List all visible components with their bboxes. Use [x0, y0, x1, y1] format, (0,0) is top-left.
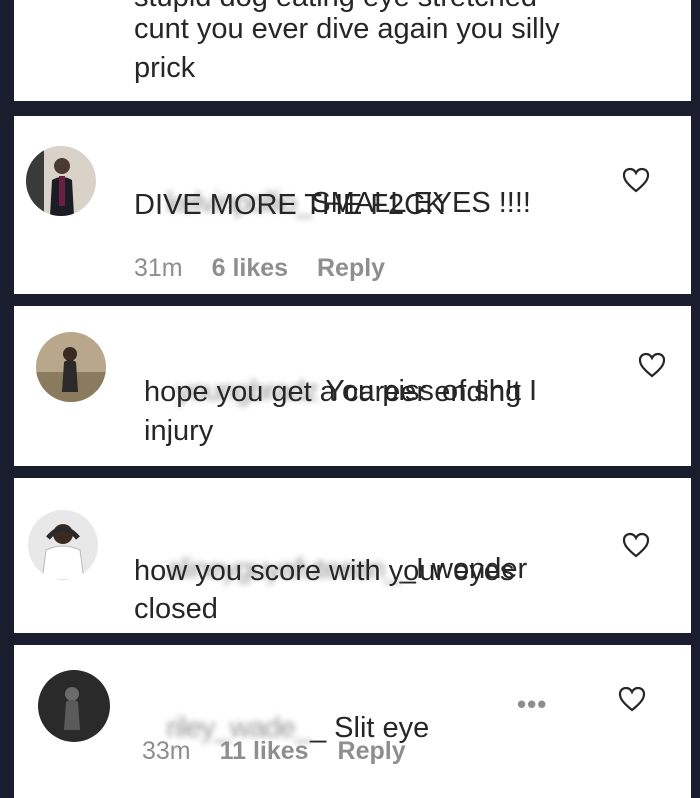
- comment-text-line-3: injury: [144, 415, 214, 447]
- comment-text-line-1: cunt you ever dive again you silly: [134, 13, 560, 45]
- reply-button[interactable]: Reply: [338, 737, 406, 765]
- avatar[interactable]: [38, 670, 110, 742]
- more-options-icon[interactable]: •••: [517, 689, 547, 720]
- avatar[interactable]: [36, 332, 106, 402]
- comment-text-line-2: prick: [134, 52, 196, 84]
- comment-card-1: kelvinpollio_SMALL EYES !!!! DIVE MORE T…: [14, 116, 691, 294]
- reply-button[interactable]: Reply: [317, 254, 385, 282]
- comment-text-line-2: hope you get a career ending: [144, 376, 522, 408]
- comment-meta: 33m 11 likes Reply: [142, 737, 428, 766]
- comment-card-4: riley_wade__ Slit eye 33m 11 likes Reply…: [14, 645, 691, 798]
- comment-likes[interactable]: 6 likes: [212, 254, 288, 282]
- avatar[interactable]: [26, 146, 96, 216]
- comment-card-2: youngbradz You piss of sh!t I hope you g…: [14, 306, 691, 466]
- heart-outline-icon[interactable]: [622, 167, 650, 193]
- comment-time: 31m: [134, 254, 183, 282]
- heart-outline-icon[interactable]: [622, 532, 650, 558]
- comment-card-3: alineyguyafuteean__I wonder how you scor…: [14, 478, 691, 633]
- comment-text-line-3: closed: [134, 593, 218, 625]
- comment-text-line-2: DIVE MORE THE F2CK: [134, 189, 445, 221]
- avatar[interactable]: [28, 510, 98, 580]
- comment-text-line-2: how you score with your eyes: [134, 555, 515, 587]
- heart-outline-icon[interactable]: [638, 352, 666, 378]
- comment-text-line-1: riley_wade__ Slit eye: [134, 671, 429, 785]
- comment-meta: 31m 6 likes Reply: [134, 254, 407, 283]
- comment-card-0: stupid dog eating eye stretched cunt you…: [14, 0, 691, 101]
- comment-time: 33m: [142, 737, 191, 765]
- comment-likes[interactable]: 11 likes: [220, 737, 309, 765]
- heart-outline-icon[interactable]: [618, 686, 646, 712]
